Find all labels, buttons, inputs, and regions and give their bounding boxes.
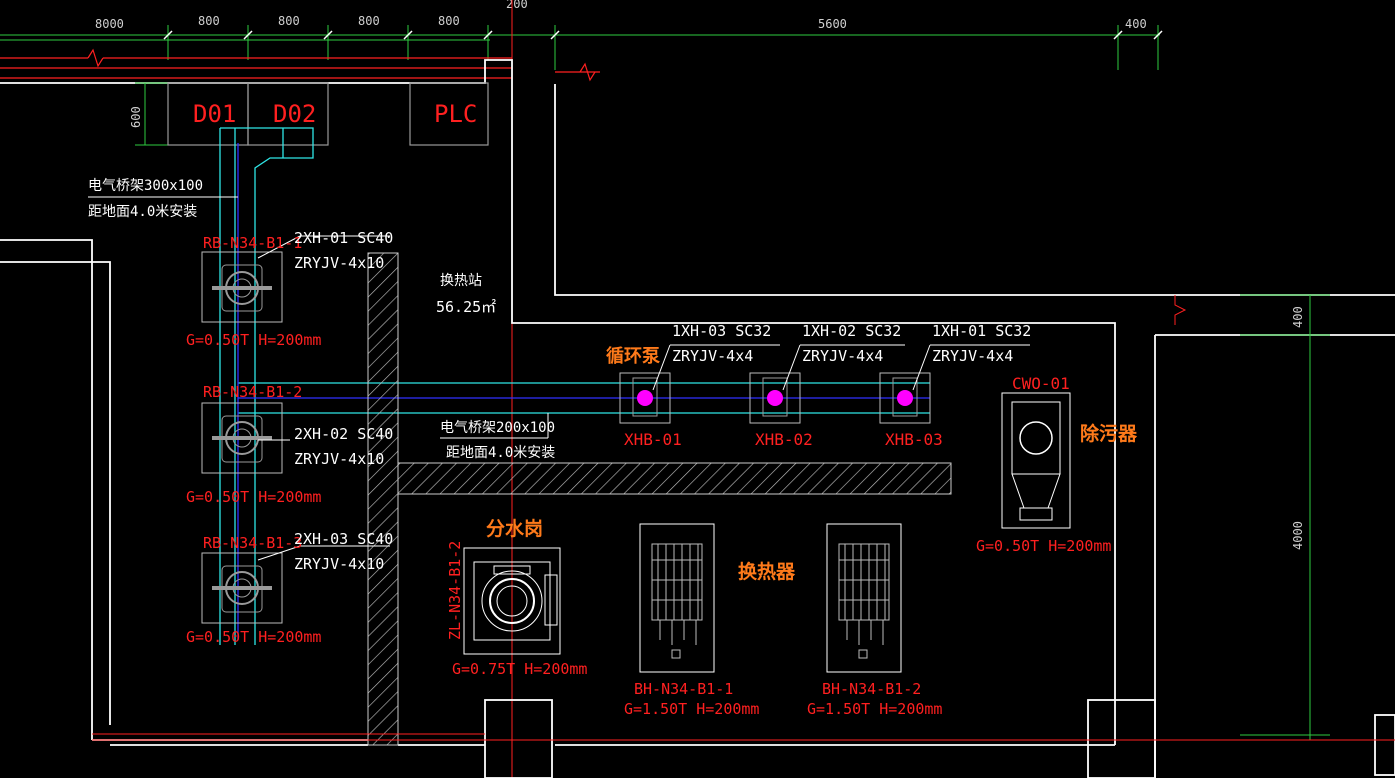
cabinet-d01-label: D01 (193, 100, 236, 128)
tray1-line1: 电气桥架300x100 (88, 178, 203, 194)
right-dimension: 400 4000 (1174, 294, 1330, 740)
dim-top-800-c: 800 (358, 14, 380, 28)
room-name: 换热站 (440, 272, 482, 289)
dim-top-200: 200 (506, 0, 528, 11)
pump1-tag: XHB-01 (624, 430, 682, 449)
tray2-line2: 距地面4.0米安装 (446, 445, 555, 461)
cabinet-plc-label: PLC (434, 100, 477, 128)
pump-xhb-02[interactable]: 1XH-02 SC32 ZRYJV-4x4 XHB-02 (749, 322, 905, 449)
rb2-weight: G=0.50T H=200mm (186, 488, 321, 506)
heat-exchanger-1[interactable]: BH-N34-B1-1 G=1.50T H=200mm (624, 523, 759, 718)
water-distributor[interactable]: 分水岗 ZL-N34-B1-2 G=0.75T H=200mm (446, 518, 587, 678)
exchanger2-weight: G=1.50T H=200mm (807, 700, 942, 718)
pump-xhb-03[interactable]: 1XH-01 SC32 ZRYJV-4x4 XHB-03 (879, 322, 1031, 449)
rb1-cable2: ZRYJV-4x10 (294, 254, 384, 272)
rb3-cable1: 2XH-03 SC40 (294, 530, 393, 548)
rb1-tag: RB-N34-B1-1 (203, 234, 302, 252)
pump2-cable1: 1XH-02 SC32 (802, 322, 901, 340)
distributor-tag: ZL-N34-B1-2 (446, 541, 464, 640)
dim-left-600: 600 (129, 106, 143, 128)
pump2-cable2: ZRYJV-4x4 (802, 347, 883, 365)
rb2-tag: RB-N34-B1-2 (203, 383, 302, 401)
pump2-tag: XHB-02 (755, 430, 813, 449)
rb-unit-2[interactable]: RB-N34-B1-2 2XH-02 SC40 ZRYJV-4x10 G=0.5… (186, 383, 393, 506)
tray1-line2: 距地面4.0米安装 (88, 204, 197, 220)
exchanger-title: 换热器 (738, 560, 796, 583)
dim-top-800-d: 800 (438, 14, 460, 28)
distributor-title: 分水岗 (486, 518, 543, 540)
rb2-cable2: ZRYJV-4x10 (294, 450, 384, 468)
rb3-cable2: ZRYJV-4x10 (294, 555, 384, 573)
dim-top-8000: 8000 (95, 17, 124, 31)
dim-top-5600: 5600 (818, 17, 847, 31)
heat-exchanger-2[interactable]: BH-N34-B1-2 G=1.50T H=200mm (807, 523, 942, 718)
pumps-title: 循环泵 (606, 345, 660, 367)
top-dimension-chain: 8000 800 800 800 800 200 5600 400 (0, 0, 1163, 70)
exchanger1-weight: G=1.50T H=200mm (624, 700, 759, 718)
strainer-name: 除污器 (1080, 422, 1138, 445)
distributor-weight: G=0.75T H=200mm (452, 660, 587, 678)
dim-right-400: 400 (1291, 306, 1305, 328)
strainer-weight: G=0.50T H=200mm (976, 537, 1111, 555)
rb1-cable1: 2XH-01 SC40 (294, 229, 393, 247)
rb1-weight: G=0.50T H=200mm (186, 331, 321, 349)
tray1-annotation: 电气桥架300x100 距地面4.0米安装 (88, 178, 238, 220)
rb3-weight: G=0.50T H=200mm (186, 628, 321, 646)
dim-top-800-a: 800 (198, 14, 220, 28)
cad-drawing-canvas: 8000 800 800 800 800 200 5600 400 400 40… (0, 0, 1395, 778)
strainer-tag: CWO-01 (1012, 374, 1070, 393)
rb-unit-3[interactable]: RB-N34-B1-3 2XH-03 SC40 ZRYJV-4x10 G=0.5… (186, 530, 393, 646)
dim-right-4000: 4000 (1291, 521, 1305, 550)
left-dimension: 600 (129, 82, 168, 146)
exchanger1-tag: BH-N34-B1-1 (634, 680, 733, 698)
exchanger2-tag: BH-N34-B1-2 (822, 680, 921, 698)
strainer-cwo-01[interactable]: CWO-01 除污器 G=0.50T H=200mm (976, 374, 1138, 555)
floor-plan: 8000 800 800 800 800 200 5600 400 400 40… (0, 0, 1395, 778)
rb-unit-1[interactable]: RB-N34-B1-1 2XH-01 SC40 ZRYJV-4x10 G=0.5… (186, 229, 393, 349)
pump3-tag: XHB-03 (885, 430, 943, 449)
building-walls (0, 59, 1395, 778)
dim-top-800-b: 800 (278, 14, 300, 28)
rb3-tag: RB-N34-B1-3 (203, 534, 302, 552)
cabinets: D01 D02 PLC (167, 82, 489, 146)
tray2-annotation: 电气桥架200x100 距地面4.0米安装 (440, 413, 555, 461)
pump3-cable1: 1XH-01 SC32 (932, 322, 1031, 340)
pump3-cable2: ZRYJV-4x4 (932, 347, 1013, 365)
tray2-line1: 电气桥架200x100 (440, 420, 555, 436)
pump1-cable2: ZRYJV-4x4 (672, 347, 753, 365)
hatched-column-wall (367, 252, 399, 746)
cabinet-d02-label: D02 (273, 100, 316, 128)
dim-top-400: 400 (1125, 17, 1147, 31)
rb2-cable1: 2XH-02 SC40 (294, 425, 393, 443)
room-area: 56.25㎡ (436, 298, 496, 316)
hatched-partition-wall (397, 462, 952, 495)
pump1-cable1: 1XH-03 SC32 (672, 322, 771, 340)
